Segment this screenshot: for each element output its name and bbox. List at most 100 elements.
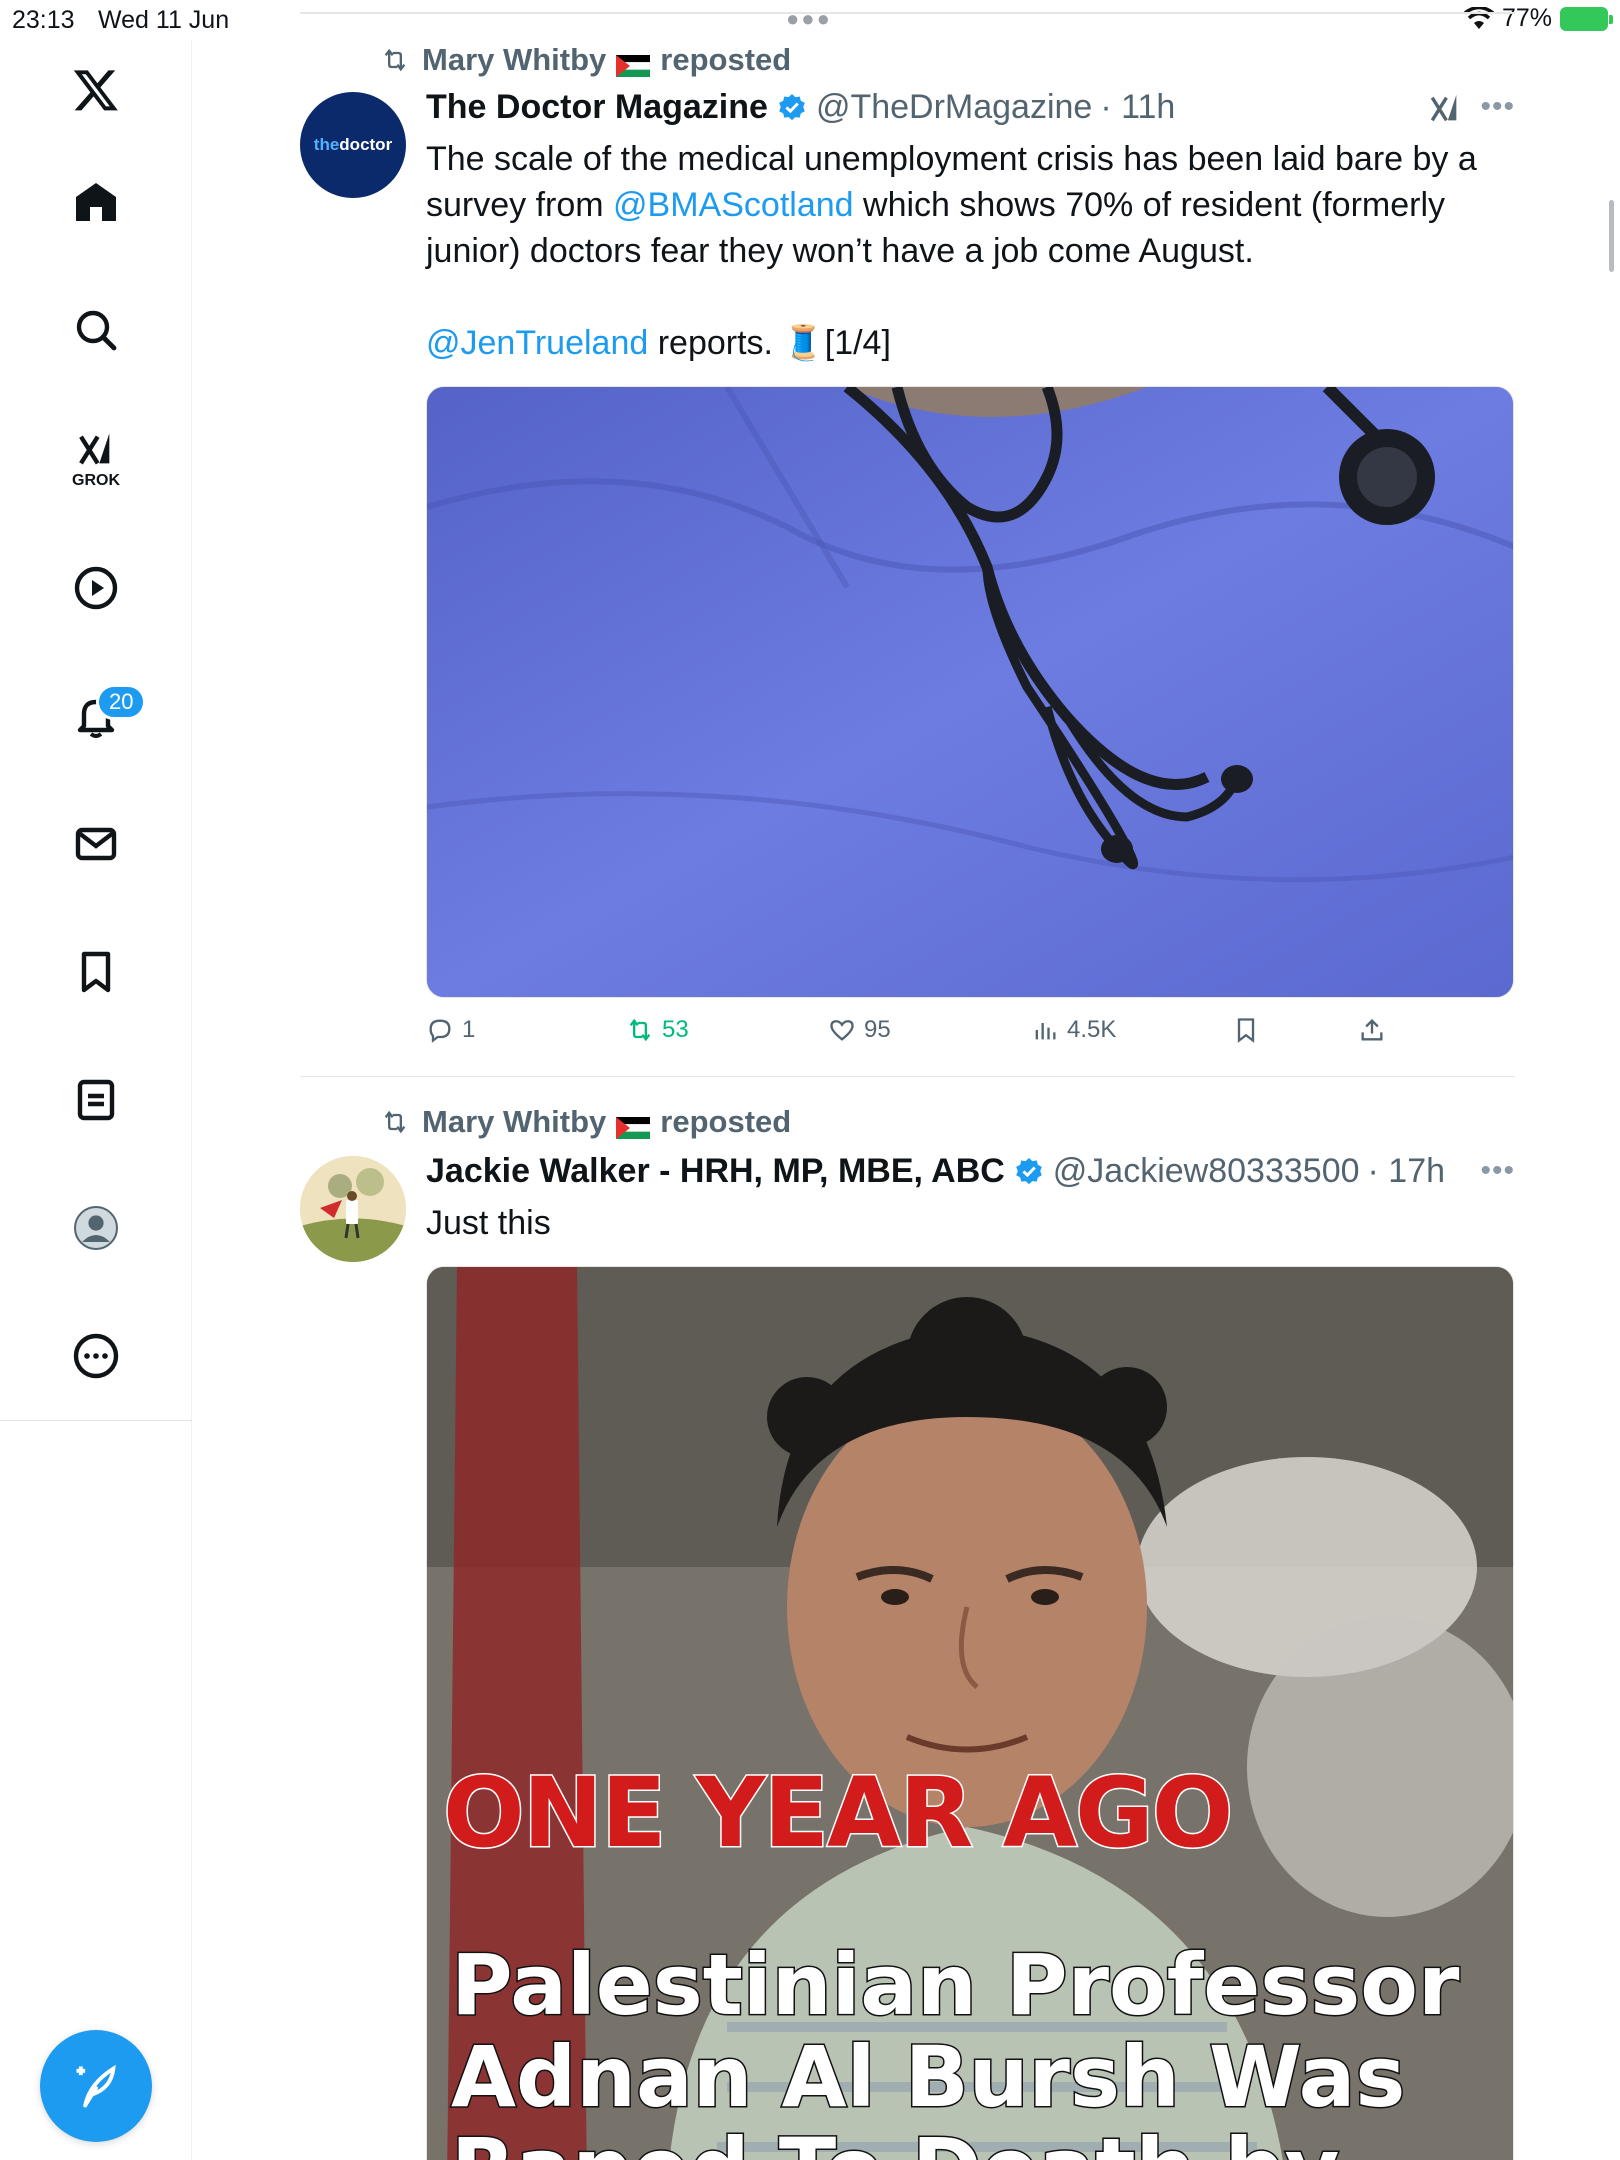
multitasking-dots-icon[interactable]: ●●● — [786, 6, 832, 32]
like-button[interactable]: 95 — [828, 1016, 891, 1044]
repost-button[interactable]: 53 — [626, 1016, 689, 1044]
avatar[interactable] — [300, 1156, 406, 1262]
status-indicators: 77% — [1463, 4, 1613, 33]
more-circle-icon — [73, 1333, 119, 1379]
palestine-flag-icon — [616, 1111, 651, 1139]
author-name[interactable]: Jackie Walker - HRH, MP, MBE, ABC — [426, 1152, 1005, 1191]
status-bar: 23:13 Wed 11 Jun ●●● 77% — [0, 0, 1620, 40]
post-text-segment: which shows 70% of resident (formerly — [853, 186, 1446, 224]
video-play-icon — [74, 566, 118, 610]
sidebar-item-more[interactable] — [56, 1316, 136, 1396]
mention-link[interactable]: @BMAScotland — [613, 186, 854, 224]
status-date: Wed 11 Jun — [98, 6, 230, 34]
avatar-illustration — [300, 1156, 406, 1262]
sidebar-item-video[interactable] — [56, 548, 136, 628]
sidebar-item-search[interactable] — [56, 290, 136, 370]
author-handle[interactable]: @TheDrMagazine — [816, 88, 1092, 127]
search-icon — [76, 310, 117, 351]
share-icon — [1361, 1019, 1383, 1041]
post-text-segment: reports. 🧵[1/4] — [648, 324, 891, 362]
meme-caption-line: Raped To Death by — [449, 2120, 1340, 2160]
post[interactable]: Mary Whitby reposted Jackie Walker - HRH… — [300, 1104, 1515, 2160]
repost-indicator: Mary Whitby reposted — [378, 42, 791, 78]
post-time[interactable]: · 11h — [1100, 88, 1175, 127]
post-more-icon[interactable]: ••• — [1480, 1154, 1515, 1188]
post-text-line: survey from @BMAScotland which shows 70%… — [426, 182, 1506, 228]
stethoscope-photo — [427, 387, 1513, 997]
sidebar-item-bookmarks[interactable] — [56, 932, 136, 1012]
post-text-line: junior) doctors fear they won’t have a j… — [426, 232, 1254, 270]
grok-icon — [79, 433, 110, 465]
reply-count: 1 — [462, 1016, 476, 1043]
bookmark-button[interactable] — [1232, 1016, 1260, 1044]
sidebar-item-lists[interactable] — [56, 1060, 136, 1140]
post-time[interactable]: · 17h — [1368, 1152, 1446, 1191]
views-button[interactable]: 4.5K — [1031, 1016, 1116, 1044]
meme-headline: ONE YEAR AGO — [441, 1756, 1234, 1871]
post-header: The Doctor Magazine @TheDrMagazine · 11h — [426, 88, 1175, 127]
avatar[interactable]: the doctor — [300, 92, 406, 198]
post-text: The scale of the medical unemployment cr… — [426, 136, 1506, 366]
top-divider — [300, 12, 1515, 14]
avatar-text-doctor: doctor — [339, 135, 393, 154]
share-button[interactable] — [1358, 1016, 1386, 1044]
compose-post-button[interactable] — [40, 2030, 152, 2142]
sidebar-divider — [0, 1420, 192, 1421]
bookmark-icon — [1237, 1018, 1255, 1043]
meme-caption-line: Adnan Al Bursh Was — [449, 2028, 1406, 2127]
views-chart-icon — [1035, 1023, 1056, 1040]
home-icon — [76, 183, 116, 221]
profile-avatar-icon — [74, 1206, 118, 1250]
meme-caption-line: Palestinian Professor — [449, 1936, 1460, 2035]
status-time: 23:13 — [12, 6, 75, 34]
reply-button[interactable]: 1 — [426, 1016, 475, 1044]
sidebar: GROK 20 — [0, 40, 192, 2160]
post-image-stethoscope[interactable] — [426, 386, 1514, 998]
reply-icon — [429, 1019, 451, 1043]
reposted-label: reposted — [660, 42, 792, 77]
sidebar-item-grok[interactable]: GROK — [56, 420, 136, 500]
reposter-name[interactable]: Mary Whitby — [422, 1104, 606, 1140]
post-text: Just this — [426, 1204, 551, 1242]
bookmark-icon — [81, 951, 111, 993]
verified-badge-icon — [1015, 1157, 1042, 1184]
repost-count: 53 — [662, 1016, 689, 1043]
post-text-line: The scale of the medical unemployment cr… — [426, 140, 1477, 178]
battery-icon — [1560, 6, 1613, 31]
repost-icon — [384, 48, 406, 72]
x-logo-icon — [73, 70, 118, 111]
mail-icon — [75, 827, 117, 861]
x-logo[interactable] — [56, 50, 136, 130]
repost-icon — [629, 1018, 651, 1042]
post[interactable]: Mary Whitby reposted the doctor The Docto… — [300, 40, 1515, 1080]
reposted-label: reposted — [660, 1104, 792, 1139]
post-image-meme[interactable]: ONE YEAR AGO Palestinian Professor Adnan… — [426, 1266, 1514, 2160]
grok-explain-icon[interactable] — [1426, 92, 1464, 126]
mention-link[interactable]: @JenTrueland — [426, 324, 648, 362]
compose-feather-icon — [76, 2064, 116, 2108]
post-divider — [300, 1076, 1515, 1077]
post-header: Jackie Walker - HRH, MP, MBE, ABC @Jacki… — [426, 1152, 1445, 1191]
grok-label: GROK — [72, 472, 120, 489]
verified-badge-icon — [779, 93, 805, 120]
sidebar-item-home[interactable] — [56, 162, 136, 242]
avatar-text-the: the — [313, 135, 340, 154]
reposter-name[interactable]: Mary Whitby — [422, 42, 606, 78]
post-more-icon[interactable]: ••• — [1480, 90, 1515, 124]
sidebar-item-notifications[interactable]: 20 — [56, 676, 147, 756]
list-icon — [77, 1079, 115, 1121]
post-text-line: @JenTrueland reports. 🧵[1/4] — [426, 320, 1506, 366]
sidebar-item-profile[interactable] — [56, 1188, 136, 1268]
post-text-segment: survey from — [426, 186, 614, 224]
sidebar-item-messages[interactable] — [56, 804, 136, 884]
notifications-badge: 20 — [96, 684, 147, 720]
views-count: 4.5K — [1067, 1016, 1117, 1043]
author-name[interactable]: The Doctor Magazine — [426, 88, 768, 127]
author-handle[interactable]: @Jackiew80333500 — [1053, 1152, 1360, 1191]
post-actions: 1 53 95 4.5K — [426, 1016, 1514, 1056]
repost-indicator: Mary Whitby reposted — [378, 1104, 791, 1140]
repost-icon — [384, 1110, 406, 1134]
battery-percent: 77% — [1501, 4, 1552, 32]
scrollbar[interactable] — [1609, 200, 1614, 272]
wifi-icon — [1463, 6, 1494, 29]
